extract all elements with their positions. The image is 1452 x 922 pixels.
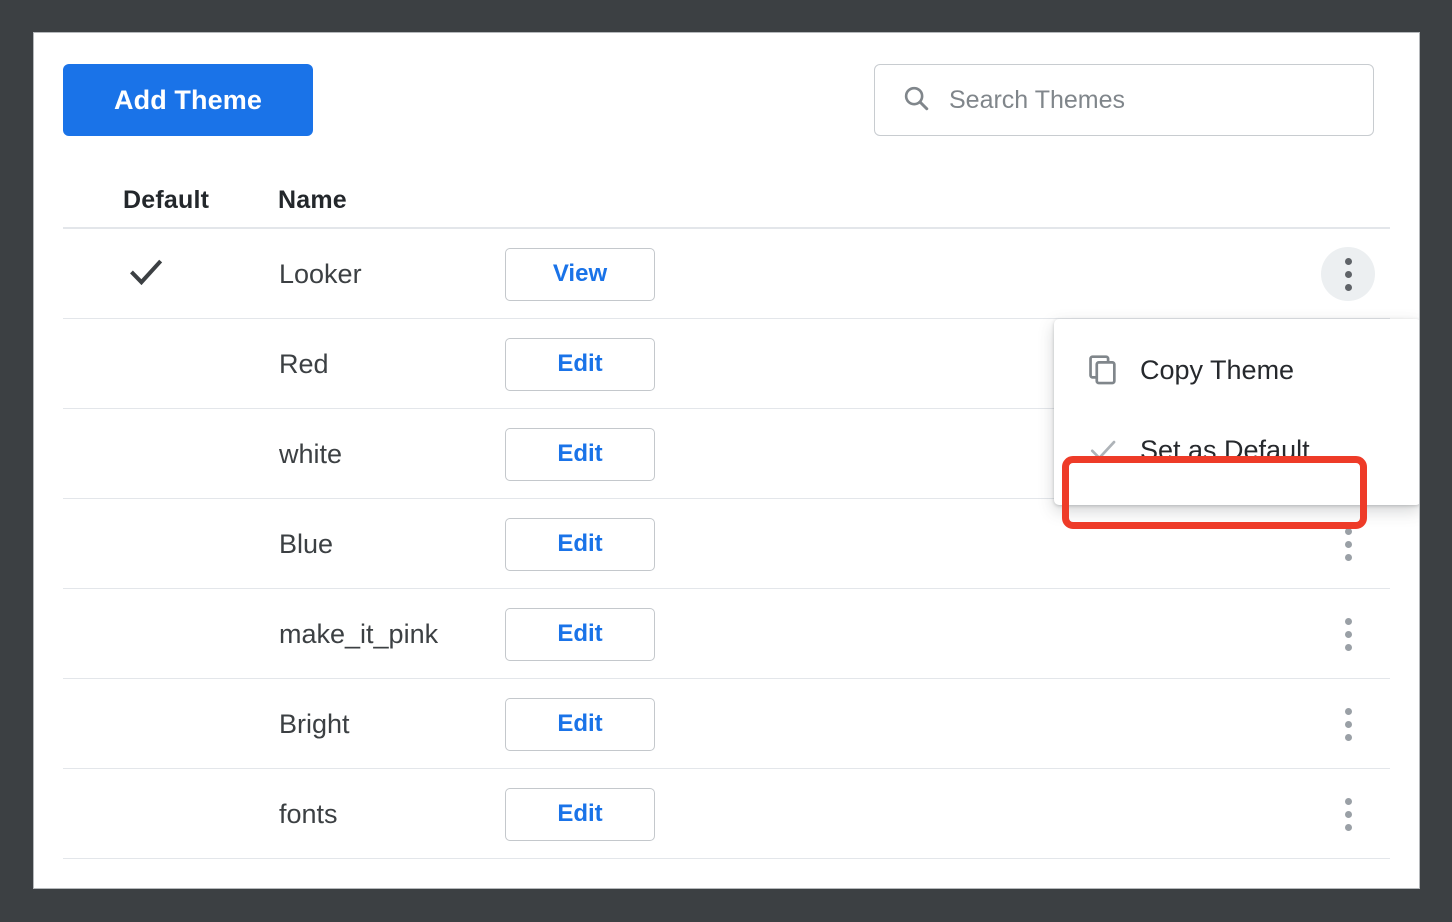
row-context-menu: Copy Theme Set as Default	[1054, 319, 1420, 505]
theme-name: Bright	[279, 679, 350, 769]
column-header-name: Name	[278, 186, 347, 215]
menu-item-label: Copy Theme	[1140, 355, 1294, 386]
column-header-default: Default	[123, 186, 209, 215]
theme-name: Blue	[279, 499, 333, 589]
search-input[interactable]	[949, 86, 1359, 115]
theme-action-cell: View	[505, 229, 655, 319]
row-overflow-cell	[1318, 499, 1378, 589]
kebab-menu-icon[interactable]	[1321, 787, 1375, 841]
table-row: make_it_pink Edit	[63, 589, 1390, 679]
default-cell	[111, 679, 181, 769]
default-cell	[111, 499, 181, 589]
menu-item-label: Set as Default	[1140, 435, 1310, 466]
default-cell	[111, 319, 181, 409]
check-icon	[125, 251, 167, 298]
theme-name: make_it_pink	[279, 589, 438, 679]
toolbar: Add Theme	[34, 33, 1419, 163]
menu-item-set-as-default[interactable]: Set as Default	[1054, 421, 1420, 479]
check-icon	[1086, 433, 1126, 467]
edit-theme-button[interactable]: Edit	[505, 698, 655, 751]
edit-theme-button[interactable]: Edit	[505, 338, 655, 391]
theme-name: Red	[279, 319, 329, 409]
theme-action-cell: Edit	[505, 409, 655, 499]
theme-action-cell: Edit	[505, 319, 655, 409]
edit-theme-button[interactable]: Edit	[505, 428, 655, 481]
default-cell	[111, 409, 181, 499]
kebab-menu-icon[interactable]	[1321, 607, 1375, 661]
kebab-menu-icon[interactable]	[1321, 517, 1375, 571]
search-icon	[901, 83, 931, 118]
kebab-menu-icon[interactable]	[1321, 247, 1375, 301]
row-overflow-cell	[1318, 679, 1378, 769]
theme-action-cell: Edit	[505, 499, 655, 589]
theme-name: Looker	[279, 229, 362, 319]
copy-icon	[1086, 353, 1126, 387]
theme-name: fonts	[279, 769, 338, 859]
default-cell	[111, 229, 181, 319]
table-header-row: Default Name	[63, 163, 1390, 229]
table-row: fonts Edit	[63, 769, 1390, 859]
default-cell	[111, 589, 181, 679]
edit-theme-button[interactable]: Edit	[505, 788, 655, 841]
default-cell	[111, 769, 181, 859]
row-overflow-cell	[1318, 589, 1378, 679]
row-overflow-cell	[1318, 229, 1378, 319]
themes-admin-card: Add Theme Default Name	[33, 32, 1420, 889]
menu-item-copy-theme[interactable]: Copy Theme	[1054, 341, 1420, 399]
theme-action-cell: Edit	[505, 769, 655, 859]
themes-table: Default Name Looker View	[34, 163, 1419, 859]
add-theme-button[interactable]: Add Theme	[63, 64, 313, 136]
edit-theme-button[interactable]: Edit	[505, 518, 655, 571]
kebab-menu-icon[interactable]	[1321, 697, 1375, 751]
edit-theme-button[interactable]: Edit	[505, 608, 655, 661]
theme-action-cell: Edit	[505, 679, 655, 769]
table-row: Looker View	[63, 229, 1390, 319]
theme-action-cell: Edit	[505, 589, 655, 679]
theme-name: white	[279, 409, 342, 499]
search-themes-box[interactable]	[874, 64, 1374, 136]
table-row: Bright Edit	[63, 679, 1390, 769]
row-overflow-cell	[1318, 769, 1378, 859]
table-row: Blue Edit	[63, 499, 1390, 589]
view-theme-button[interactable]: View	[505, 248, 655, 301]
